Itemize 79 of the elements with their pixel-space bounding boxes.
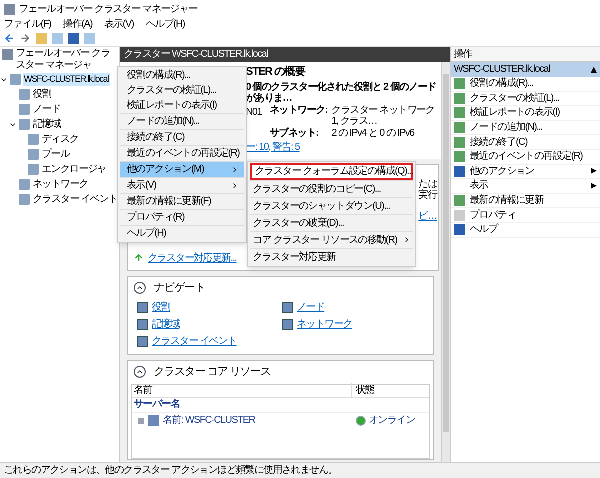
menu-item[interactable]: 表示(V) [104,17,134,32]
context-menu-item[interactable]: 役割の構成(R)... [120,68,244,83]
resource-name: 名前: WSFC-CLUSTER [163,414,256,428]
action-item[interactable]: クラスターの検証(L)... [451,92,600,106]
collapse-icon[interactable] [591,66,597,72]
submenu-item[interactable]: クラスターのシャットダウン(U)... [250,197,413,214]
submenu-item[interactable]: クラスターの役割のコピー(C)... [250,180,413,197]
submenu-item[interactable]: クラスターの破棄(D)... [250,214,413,231]
submenu-item[interactable]: クラスター対応更新 [250,248,413,265]
section-title: クラスター コア リソース [154,365,271,380]
subnet-value: 2 の IPv4 と 0 の IPv6 [332,128,416,138]
action-item[interactable]: 最近のイベントの再設定(R) [451,150,600,165]
tree-item[interactable]: WSFC-CLUSTER.lk.local [23,72,110,86]
link-fragment[interactable]: ビ… [418,208,437,224]
navigate-link[interactable]: 記憶域 [152,317,180,332]
collapse-icon[interactable] [134,282,146,294]
column-header[interactable]: 状態 [352,383,378,398]
actions-section-header[interactable]: WSFC-CLUSTER.lk.local [451,62,600,77]
update-link[interactable]: クラスター対応更新... [148,250,237,266]
tree-item[interactable]: ディスク [41,132,80,147]
action-item[interactable]: 最新の情報に更新 [451,194,600,208]
forward-arrow-icon[interactable] [20,33,31,44]
context-menu-item[interactable]: プロパティ(R) [120,210,244,225]
tree-item[interactable]: ノード [32,102,62,117]
context-menu-item[interactable]: 表示(V) [120,178,244,193]
tree-item[interactable]: 役割 [32,87,52,102]
context-menu-item[interactable]: 検証レポートの表示(I) [120,98,244,113]
action-item[interactable]: ノードの追加(N)... [451,120,600,136]
action-item[interactable]: 他のアクション [451,164,600,180]
text-fragment: たは [418,178,437,190]
section-title: WSFC-CLUSTER.lk.local [454,63,550,77]
context-menu-item[interactable]: 最新の情報に更新(F) [120,194,244,209]
context-menu-item[interactable]: 最近のイベントの再設定(R) [120,146,244,161]
network-value: クラスター ネットワーク 1, クラス… [332,104,436,126]
group-header: サーバー名 [132,398,429,412]
back-arrow-icon[interactable] [4,33,15,44]
context-menu-item[interactable]: ヘルプ(H) [120,226,244,241]
navigate-link[interactable]: ネットワーク [297,317,352,332]
up-arrow-icon [134,253,144,263]
action-item[interactable]: 表示 [451,179,600,194]
column-header[interactable]: 名前 [132,383,352,398]
triangle-up-icon [591,66,597,72]
collapse-icon[interactable] [134,366,146,378]
action-item[interactable]: 接続の終了(C) [451,135,600,150]
action-item[interactable]: プロパティ [451,208,600,223]
tree-item[interactable]: エンクロージャ [41,162,108,177]
status-text: オンライン [369,414,416,428]
action-item[interactable]: ヘルプ [451,222,600,238]
navigate-link[interactable]: 役割 [152,300,170,315]
tree-item[interactable]: 記憶域 [32,117,62,132]
tree-item[interactable]: ネットワーク [32,177,90,192]
events-link[interactable]: ー: 10, 警告: 5 [246,140,300,154]
actions-title: 操作 [451,47,600,62]
menu-item[interactable]: 操作(A) [63,17,93,32]
subnet-label: サブネット: [270,128,320,138]
status-bar: これらのアクションは、他のクラスター アクションほど頻繁に使用されません。 [0,462,600,478]
action-item[interactable]: 検証レポートの表示(I) [451,106,600,121]
scrollbar[interactable] [441,62,450,462]
panel-header: クラスター WSFC-CLUSTER.lk.local [120,47,450,62]
navigate-link[interactable]: クラスター イベント [152,334,237,349]
action-item[interactable]: 役割の構成(R)... [451,77,600,92]
online-icon [356,416,366,426]
node-name-fragment: N01 [246,106,262,120]
tree-item[interactable]: クラスター イベント [32,192,119,207]
context-menu-item[interactable]: クラスターの検証(L)... [120,83,244,98]
text-fragment: 実行 [418,190,437,200]
menu-item[interactable]: ヘルプ(H) [146,17,185,32]
summary-title: STER の概要 [246,64,305,80]
section-title: ナビゲート [154,280,206,296]
context-menu-item[interactable]: 接続の終了(C) [120,130,244,145]
tree-item[interactable]: プール [41,147,71,162]
context-menu-item[interactable]: ノードの追加(N)... [120,114,244,129]
menu-item[interactable]: ファイル(F) [4,17,52,32]
submenu-item[interactable]: コア クラスター リソースの移動(R) [250,231,413,248]
tree-root[interactable]: フェールオーバー クラスター マネージャ [16,48,119,72]
navigate-link[interactable]: ノード [297,300,325,315]
context-menu-item[interactable]: 他のアクション(M) [120,162,244,177]
window-title: フェールオーバー クラスター マネージャー [19,2,198,16]
network-label: ネットワーク: [270,104,328,118]
